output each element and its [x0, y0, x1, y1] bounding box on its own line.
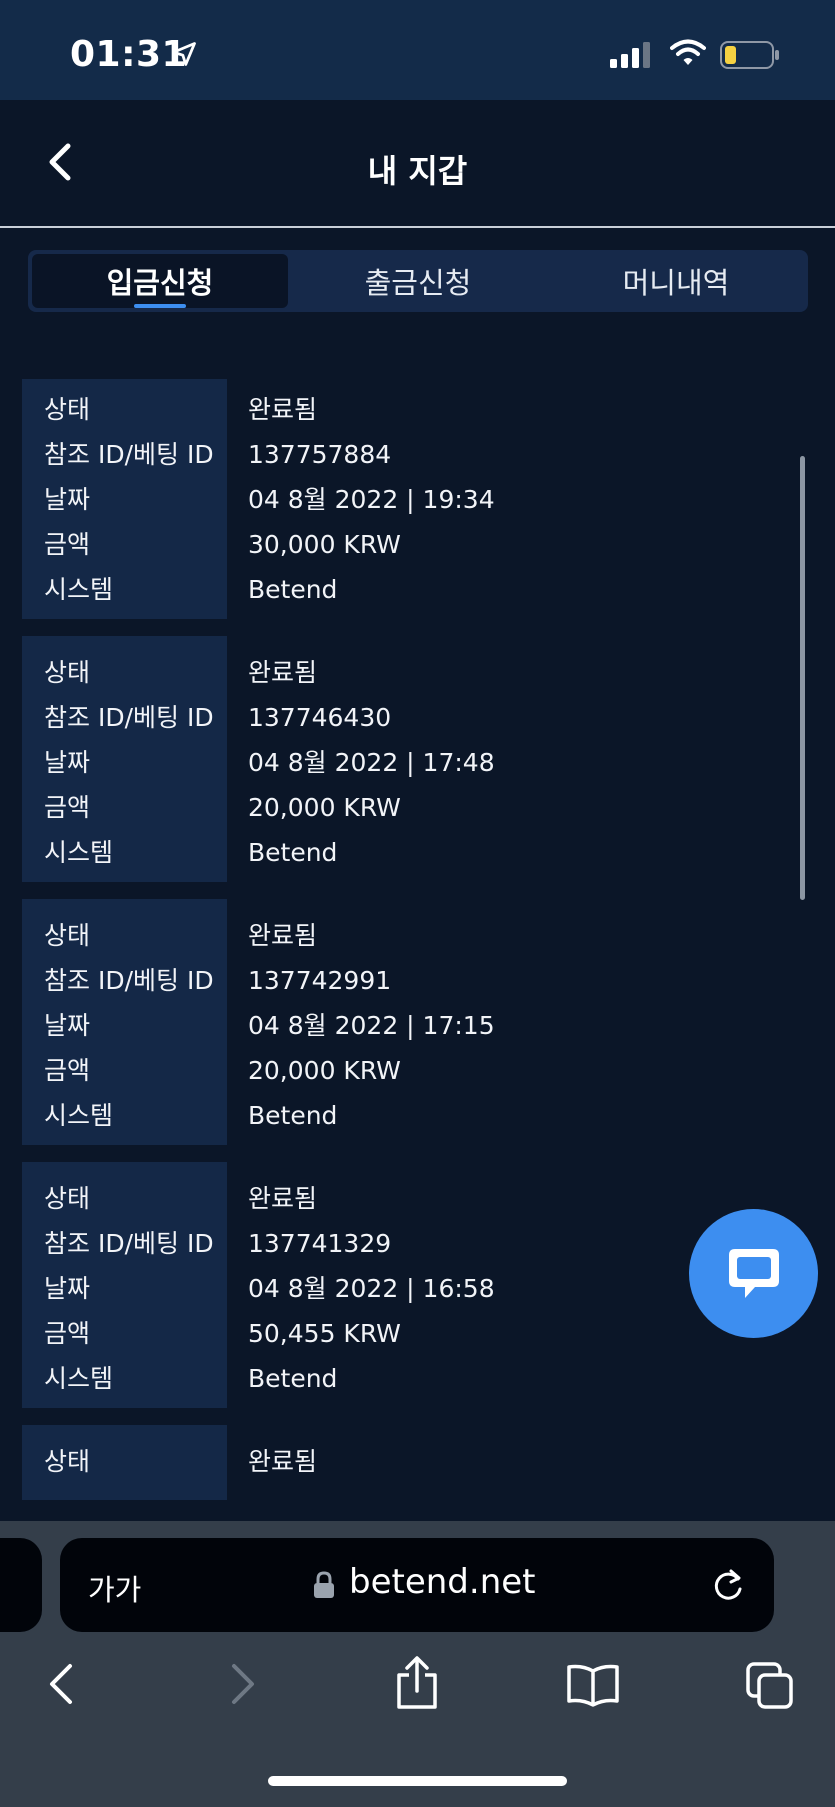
row-label: 날짜 [44, 485, 91, 514]
record-row-date: 날짜 04 8월 2022 | 16:58 [22, 1266, 792, 1311]
wallet-tabs: 입금신청 출금신청 머니내역 [28, 250, 808, 312]
record-row-ref-id: 참조 ID/베팅 ID 137746430 [22, 695, 792, 740]
row-label: 시스템 [44, 575, 114, 604]
ios-status-bar: 01:31 [0, 0, 835, 100]
row-value: 04 8월 2022 | 19:34 [248, 485, 495, 514]
record-row-status: 상태 완료됨 [22, 650, 792, 695]
row-value: 완료됨 [248, 921, 318, 950]
chat-bubble-icon [728, 1248, 779, 1298]
url-text[interactable]: betend.net [349, 1562, 536, 1602]
record-row-system: 시스템 Betend [22, 1093, 792, 1138]
record-row-system: 시스템 Betend [22, 567, 792, 612]
record-row-status: 상태 완료됨 [22, 1439, 792, 1484]
record-row-ref-id: 참조 ID/베팅 ID 137757884 [22, 432, 792, 477]
record-row-amount: 금액 20,000 KRW [22, 1048, 792, 1093]
tab-label: 입금신청 [106, 266, 214, 300]
row-label: 금액 [44, 793, 91, 822]
row-label: 시스템 [44, 838, 114, 867]
row-value: 완료됨 [248, 658, 318, 687]
record-row-status: 상태 완료됨 [22, 1176, 792, 1221]
wifi-icon [670, 39, 706, 65]
row-label: 금액 [44, 530, 91, 559]
row-label: 참조 ID/베팅 ID [44, 966, 214, 995]
row-label: 상태 [44, 1184, 91, 1213]
row-value: Betend [248, 838, 338, 867]
row-value: 04 8월 2022 | 16:58 [248, 1274, 495, 1303]
nav-forward-icon[interactable] [224, 1660, 260, 1708]
row-value: Betend [248, 1364, 338, 1393]
tab-deposit-request[interactable]: 입금신청 [32, 254, 288, 308]
active-tab-indicator [134, 304, 186, 308]
row-value: 20,000 KRW [248, 793, 401, 822]
row-label: 금액 [44, 1319, 91, 1348]
record-row-date: 날짜 04 8월 2022 | 17:15 [22, 1003, 792, 1048]
row-label: 날짜 [44, 748, 91, 777]
record-row-amount: 금액 20,000 KRW [22, 785, 792, 830]
reload-icon[interactable] [710, 1565, 746, 1605]
tab-withdraw-request[interactable]: 출금신청 [290, 254, 546, 308]
tabs-icon[interactable] [745, 1661, 795, 1711]
record-row-status: 상태 완료됨 [22, 913, 792, 958]
row-value: 완료됨 [248, 1447, 318, 1476]
record-row-date: 날짜 04 8월 2022 | 17:48 [22, 740, 792, 785]
tab-money-history[interactable]: 머니내역 [548, 254, 804, 308]
row-label: 상태 [44, 921, 91, 950]
scrollbar[interactable] [800, 456, 805, 900]
row-label: 날짜 [44, 1011, 91, 1040]
bookmarks-icon[interactable] [566, 1663, 620, 1707]
row-label: 시스템 [44, 1364, 114, 1393]
row-value: 20,000 KRW [248, 1056, 401, 1085]
row-value: Betend [248, 575, 338, 604]
record-row-system: 시스템 Betend [22, 830, 792, 875]
cellular-signal-icon [610, 42, 650, 68]
lock-icon [314, 1571, 334, 1598]
row-label: 참조 ID/베팅 ID [44, 440, 214, 469]
record-row-amount: 금액 50,455 KRW [22, 1311, 792, 1356]
row-value: 04 8월 2022 | 17:48 [248, 748, 495, 777]
share-icon[interactable] [393, 1655, 441, 1711]
row-value: 30,000 KRW [248, 530, 401, 559]
record-row-ref-id: 참조 ID/베팅 ID 137741329 [22, 1221, 792, 1266]
row-label: 상태 [44, 395, 91, 424]
record-row-date: 날짜 04 8월 2022 | 19:34 [22, 477, 792, 522]
row-label: 상태 [44, 658, 91, 687]
row-value: 137757884 [248, 440, 392, 469]
row-value: 137742991 [248, 966, 392, 995]
row-value: 완료됨 [248, 1184, 318, 1213]
row-value: 완료됨 [248, 395, 318, 424]
row-value: Betend [248, 1101, 338, 1130]
row-label: 시스템 [44, 1101, 114, 1130]
tab-label: 머니내역 [622, 266, 730, 300]
row-label: 금액 [44, 1056, 91, 1085]
row-value: 04 8월 2022 | 17:15 [248, 1011, 495, 1040]
row-label: 날짜 [44, 1274, 91, 1303]
row-label: 상태 [44, 1447, 91, 1476]
tab-label: 출금신청 [364, 266, 472, 300]
record-row-status: 상태 완료됨 [22, 387, 792, 432]
nav-back-icon[interactable] [44, 1660, 80, 1708]
record-row-ref-id: 참조 ID/베팅 ID 137742991 [22, 958, 792, 1003]
row-label: 참조 ID/베팅 ID [44, 1229, 214, 1258]
page-settings-button[interactable]: 가가 [88, 1567, 141, 1609]
row-value: 50,455 KRW [248, 1319, 401, 1348]
row-value: 137746430 [248, 703, 392, 732]
record-row-system: 시스템 Betend [22, 1356, 792, 1401]
location-arrow-icon [172, 42, 196, 66]
battery-low-icon [720, 41, 779, 69]
row-value: 137741329 [248, 1229, 392, 1258]
previous-tab-peek[interactable] [0, 1538, 42, 1632]
home-indicator [268, 1776, 567, 1786]
record-row-amount: 금액 30,000 KRW [22, 522, 792, 567]
row-label: 참조 ID/베팅 ID [44, 703, 214, 732]
live-chat-button[interactable] [689, 1209, 818, 1338]
page-title: 내 지갑 [367, 152, 468, 190]
